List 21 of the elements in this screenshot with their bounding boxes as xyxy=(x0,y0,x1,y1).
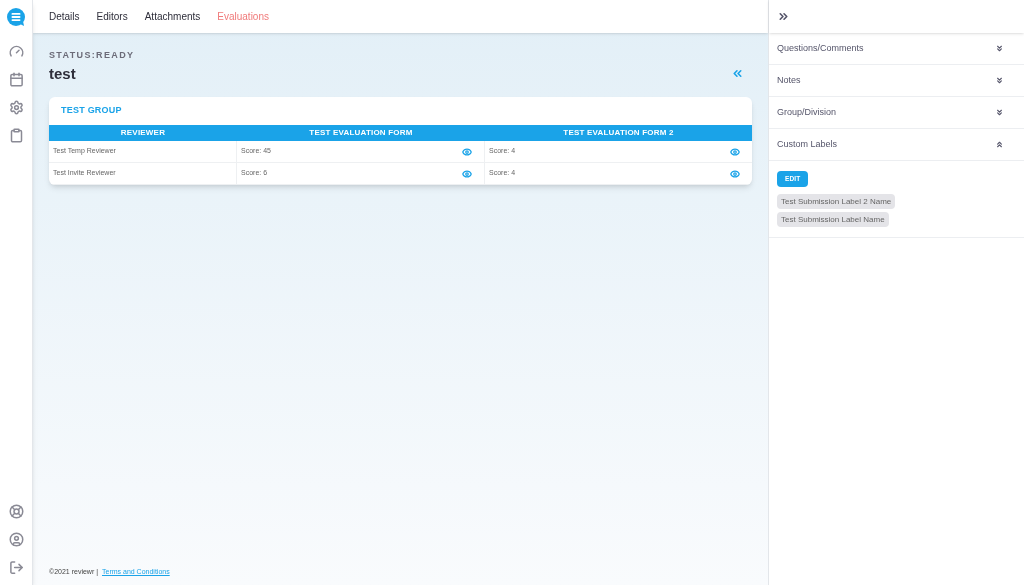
view-icon[interactable] xyxy=(462,168,472,179)
logo-icon[interactable] xyxy=(6,6,26,27)
section-header[interactable]: Group/Division xyxy=(769,97,1024,129)
label-tag: Test Submission Label 2 Name xyxy=(777,194,896,209)
view-icon[interactable] xyxy=(730,146,740,157)
status-text: STATUS:READY xyxy=(49,49,136,62)
nav-tab[interactable]: Details xyxy=(49,9,80,24)
section-header[interactable]: Custom Labels xyxy=(769,129,1024,161)
nav-tab[interactable]: Attachments xyxy=(144,9,201,24)
group-title: TEST GROUP xyxy=(61,104,122,118)
view-icon[interactable] xyxy=(730,168,740,179)
column-header: TEST EVALUATION FORM xyxy=(308,127,414,139)
expand-icon[interactable] xyxy=(777,10,790,23)
column-header: REVIEWER xyxy=(119,127,167,139)
nav-tab[interactable]: Editors xyxy=(96,9,128,24)
section-header[interactable]: Questions/Comments xyxy=(769,33,1024,65)
label-tag: Test Submission Label Name xyxy=(777,212,889,227)
section-header[interactable]: Notes xyxy=(769,65,1024,97)
page-title: test xyxy=(49,63,76,84)
column-header: TEST EVALUATION FORM 2 xyxy=(562,127,675,139)
view-icon[interactable] xyxy=(462,146,472,157)
